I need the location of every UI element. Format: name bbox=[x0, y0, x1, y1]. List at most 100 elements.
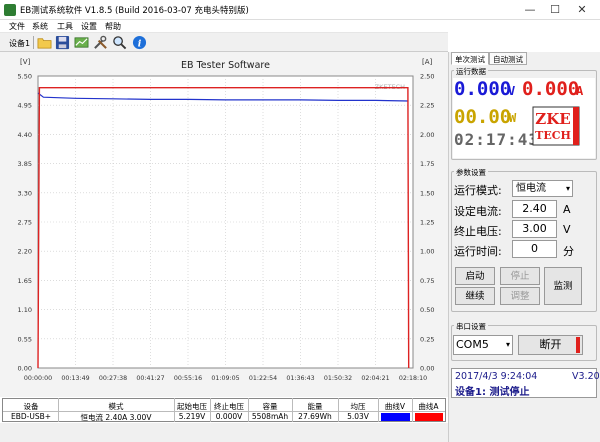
zketech-logo: ZKE TECH bbox=[532, 106, 580, 146]
x-tick-label: 02:04:21 bbox=[361, 375, 389, 382]
window-title: EB测试系统软件 V1.8.5 (Build 2016-03-07 充电头特别版… bbox=[20, 6, 249, 16]
adjust-button[interactable]: 调整 bbox=[500, 287, 540, 305]
toolbar-separator bbox=[33, 36, 34, 49]
y-left-tick-label: 4.95 bbox=[18, 102, 32, 110]
stop-button[interactable]: 停止 bbox=[500, 267, 540, 285]
table-header: 能量 bbox=[307, 402, 323, 411]
y-right-tick-label: 0.00 bbox=[420, 365, 434, 373]
cutoff-voltage-unit: V bbox=[563, 223, 571, 236]
tab-single-test[interactable]: 单次测试 bbox=[451, 52, 489, 65]
curve-icon[interactable] bbox=[74, 35, 89, 50]
table-cell[interactable]: EBD-USB+ bbox=[4, 412, 58, 422]
table-footer bbox=[0, 423, 448, 442]
continue-button[interactable]: 继续 bbox=[455, 287, 495, 305]
y-right-tick-label: 2.50 bbox=[420, 73, 434, 81]
curve-a-color-swatch[interactable] bbox=[415, 413, 443, 421]
com-port-select[interactable]: COM5 ▾ bbox=[453, 335, 513, 355]
minimize-button[interactable]: — bbox=[518, 2, 542, 18]
power-readout: 00.00 bbox=[454, 106, 512, 128]
device-selector[interactable]: 设备1 bbox=[9, 38, 30, 49]
y-right-tick-label: 0.50 bbox=[420, 306, 434, 314]
run-time-input[interactable]: 0 bbox=[512, 240, 557, 258]
y-left-tick-label: 5.50 bbox=[18, 73, 32, 81]
x-tick-label: 02:18:10 bbox=[399, 375, 427, 382]
table-cell: 5508mAh bbox=[251, 412, 289, 421]
x-tick-label: 00:00:00 bbox=[24, 375, 52, 382]
set-current-unit: A bbox=[563, 203, 571, 216]
tab-auto-test[interactable]: 自动测试 bbox=[489, 52, 527, 65]
y-left-tick-label: 0.00 bbox=[18, 365, 32, 373]
open-folder-icon[interactable] bbox=[37, 35, 52, 50]
chart-title: EB Tester Software bbox=[181, 60, 270, 71]
com-port-value: COM5 bbox=[456, 338, 489, 351]
mode-select-value: 恒电流 bbox=[516, 183, 546, 194]
table-cell: 恒电流 2.40A 3.00V bbox=[80, 413, 152, 422]
voltage-current-chart: EB Tester Software[V] [A]ZKETECH5.504.954… bbox=[18, 58, 435, 382]
x-tick-label: 01:22:54 bbox=[249, 375, 277, 382]
table-cell: 0.000V bbox=[215, 412, 243, 421]
info-icon[interactable]: i bbox=[132, 35, 147, 50]
table-cell: 5.219V bbox=[178, 412, 206, 421]
x-tick-label: 00:55:16 bbox=[174, 375, 202, 382]
connection-indicator bbox=[576, 337, 580, 353]
y-right-tick-label: 0.75 bbox=[420, 277, 434, 285]
svg-text:TECH: TECH bbox=[535, 129, 571, 142]
start-button[interactable]: 启动 bbox=[455, 267, 495, 285]
elapsed-timer: 02:17:43 bbox=[454, 130, 540, 149]
y-left-tick-label: 3.30 bbox=[18, 189, 32, 197]
mode-label: 运行模式: bbox=[454, 184, 502, 197]
disconnect-button[interactable]: 断开 bbox=[518, 335, 583, 355]
curve-v-color-swatch[interactable] bbox=[381, 413, 410, 421]
cutoff-voltage-label: 终止电压: bbox=[454, 225, 502, 238]
current-readout: 0.000 bbox=[522, 78, 580, 100]
y-right-tick-label: 0.25 bbox=[420, 335, 434, 343]
menu-file[interactable]: 文件 bbox=[9, 21, 25, 32]
y-left-tick-label: 1.65 bbox=[18, 277, 32, 285]
chevron-down-icon: ▾ bbox=[565, 184, 570, 193]
y-right-tick-label: 1.75 bbox=[420, 160, 434, 168]
serial-group-title: 串口设置 bbox=[454, 321, 488, 332]
table-header: 曲线V bbox=[384, 402, 406, 411]
mode-select[interactable]: 恒电流 ▾ bbox=[512, 180, 573, 197]
x-tick-label: 00:41:27 bbox=[136, 375, 164, 382]
save-icon[interactable] bbox=[55, 35, 70, 50]
param-group-title: 参数设置 bbox=[454, 167, 488, 178]
table-header: 均压 bbox=[350, 402, 366, 411]
search-icon[interactable] bbox=[112, 35, 127, 50]
y-left-tick-label: 1.10 bbox=[18, 306, 32, 314]
menu-tools[interactable]: 工具 bbox=[57, 21, 73, 32]
table-header: 模式 bbox=[108, 402, 124, 411]
x-tick-label: 01:36:43 bbox=[286, 375, 314, 382]
table-header: 容量 bbox=[262, 402, 278, 411]
y-left-tick-label: 4.40 bbox=[18, 131, 32, 139]
run-time-label: 运行时间: bbox=[454, 245, 502, 258]
y-right-tick-label: 2.25 bbox=[420, 102, 434, 110]
status-device: 设备1: 测试停止 bbox=[455, 387, 530, 398]
maximize-button[interactable]: ☐ bbox=[543, 2, 567, 18]
app-icon bbox=[4, 4, 16, 16]
menu-settings[interactable]: 设置 bbox=[81, 21, 97, 32]
y-left-tick-label: 2.75 bbox=[18, 219, 32, 227]
status-timestamp: 2017/4/3 9:24:04 bbox=[455, 371, 538, 382]
close-button[interactable]: ✕ bbox=[570, 2, 594, 18]
table-cell: 27.69Wh bbox=[298, 412, 332, 421]
left-axis-unit: [V] bbox=[20, 58, 31, 66]
x-tick-label: 00:13:49 bbox=[61, 375, 89, 382]
table-header: 终止电压 bbox=[214, 402, 244, 411]
y-right-tick-label: 1.25 bbox=[420, 219, 434, 227]
y-left-tick-label: 2.20 bbox=[18, 248, 32, 256]
voltage-readout: 0.000 bbox=[454, 78, 512, 100]
table-header: 起始电压 bbox=[177, 402, 207, 411]
set-current-input[interactable]: 2.40 bbox=[512, 200, 557, 218]
menu-system[interactable]: 系统 bbox=[32, 21, 48, 32]
tools-icon[interactable] bbox=[93, 35, 108, 50]
table-header: 曲线A bbox=[418, 402, 439, 411]
monitor-button[interactable]: 监测 bbox=[544, 267, 582, 305]
menu-help[interactable]: 帮助 bbox=[105, 21, 121, 32]
y-right-tick-label: 2.00 bbox=[420, 131, 434, 139]
y-right-tick-label: 1.00 bbox=[420, 248, 434, 256]
cutoff-voltage-input[interactable]: 3.00 bbox=[512, 220, 557, 238]
voltage-unit: V bbox=[508, 84, 516, 98]
svg-text:i: i bbox=[138, 38, 142, 49]
status-version: V3.20 bbox=[572, 371, 600, 382]
